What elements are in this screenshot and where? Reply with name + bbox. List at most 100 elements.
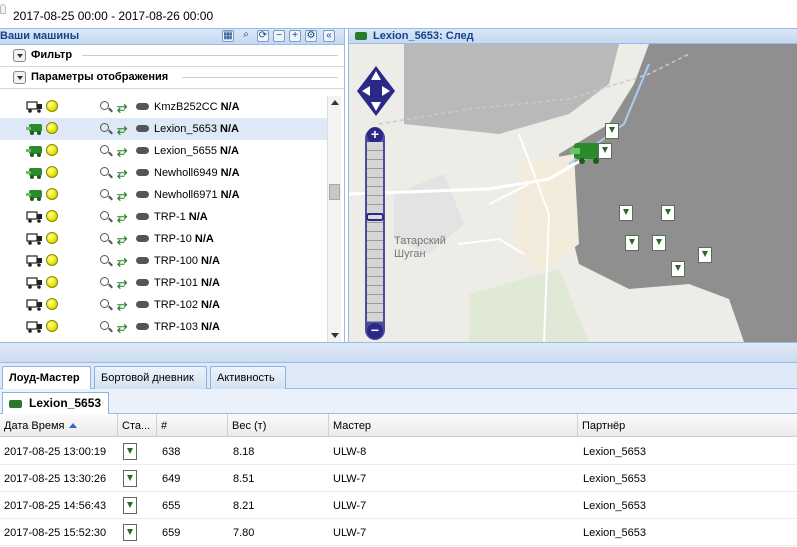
tab-load-master[interactable]: Лоуд-Мастер xyxy=(2,366,91,390)
collapse-icon[interactable]: « xyxy=(323,30,335,42)
locate-icon[interactable] xyxy=(100,123,109,132)
filter-section[interactable]: Фильтр xyxy=(0,45,344,67)
scroll-up-icon[interactable] xyxy=(331,100,339,105)
track-icon[interactable]: ⥂ xyxy=(117,143,127,159)
vehicle-row[interactable]: ⥂ TRP-102 N/A xyxy=(0,294,327,316)
pan-control[interactable] xyxy=(357,66,395,116)
col-datetime[interactable]: Дата Время xyxy=(0,414,118,437)
refresh-icon[interactable]: ⟳ xyxy=(257,30,269,42)
vehicle-row[interactable]: ⥂ TRP-1 N/A xyxy=(0,206,327,228)
track-icon[interactable]: ⥂ xyxy=(117,319,127,335)
panel-splitter[interactable] xyxy=(0,342,797,363)
unload-point-icon[interactable] xyxy=(661,205,675,221)
engine-state-icon xyxy=(136,147,149,154)
locate-icon[interactable] xyxy=(100,167,109,176)
unload-point-icon[interactable] xyxy=(671,261,685,277)
grid-icon[interactable]: ▦ xyxy=(222,30,234,42)
sort-asc-icon xyxy=(68,423,77,428)
vehicle-row[interactable]: ⥂ Newholl6971 N/A xyxy=(0,184,327,206)
zoom-handle[interactable] xyxy=(366,213,384,221)
col-weight[interactable]: Вес (т) xyxy=(228,414,329,437)
track-icon[interactable]: ⥂ xyxy=(117,297,127,313)
vehicle-label: Newholl6949 N/A xyxy=(154,167,240,179)
date-range[interactable]: 2017-08-25 00:00 - 2017-08-26 00:00 xyxy=(13,9,213,23)
track-icon[interactable]: ⥂ xyxy=(117,209,127,225)
chevron-down-icon[interactable] xyxy=(13,71,26,84)
col-status[interactable]: Ста... xyxy=(118,414,157,437)
vehicle-row[interactable]: ⥂ TRP-100 N/A xyxy=(0,250,327,272)
col-master[interactable]: Мастер xyxy=(329,414,578,437)
track-icon[interactable]: ⥂ xyxy=(117,99,127,115)
track-icon[interactable]: ⥂ xyxy=(117,121,127,137)
plus-icon[interactable]: + xyxy=(289,30,301,42)
unload-point-icon[interactable] xyxy=(619,205,633,221)
locate-icon[interactable] xyxy=(100,211,109,220)
vehicle-row[interactable]: ⥂ Lexion_5653 N/A xyxy=(0,118,327,140)
cell-master: ULW-7 xyxy=(333,527,367,539)
track-icon[interactable]: ⥂ xyxy=(117,231,127,247)
table-row[interactable]: 2017-08-25 15:52:30 659 7.80 ULW-7 Lexion_56… xyxy=(0,519,797,546)
tab-logbook[interactable]: Бортовой дневник xyxy=(94,366,207,389)
search-icon[interactable]: ⌕ xyxy=(240,30,252,42)
vehicle-status: N/A xyxy=(220,189,240,201)
unload-point-icon[interactable] xyxy=(652,235,666,251)
vehicle-row[interactable]: ⥂ Newholl6949 N/A xyxy=(0,162,327,184)
vehicle-status: N/A xyxy=(201,321,220,333)
locate-icon[interactable] xyxy=(100,233,109,242)
vehicle-status: N/A xyxy=(220,123,239,135)
engine-state-icon xyxy=(136,301,149,308)
track-icon[interactable]: ⥂ xyxy=(117,275,127,291)
unload-point-icon[interactable] xyxy=(625,235,639,251)
map-canvas[interactable] xyxy=(349,44,797,342)
settings-icon[interactable]: ⚙ xyxy=(305,30,317,42)
track-icon[interactable]: ⥂ xyxy=(117,165,127,181)
unload-point-icon[interactable] xyxy=(698,247,712,263)
scroll-thumb[interactable] xyxy=(329,184,340,200)
vehicle-list-scrollbar[interactable] xyxy=(327,96,341,342)
locate-icon[interactable] xyxy=(100,189,109,198)
vehicle-row[interactable]: ⥂ TRP-10 N/A xyxy=(0,228,327,250)
vehicle-row[interactable]: ⥂ Lexion_5655 N/A xyxy=(0,140,327,162)
engine-state-icon xyxy=(136,235,149,242)
zoom-out-button[interactable]: − xyxy=(367,323,383,339)
vehicle-status: N/A xyxy=(220,145,239,157)
map-view[interactable]: Татарский Шуган + − xyxy=(349,44,797,342)
map-panel: Lexion_5653: След Татарский Шуган + − xyxy=(348,29,797,342)
table-row[interactable]: 2017-08-25 13:30:26 649 8.51 ULW-7 Lexion_56… xyxy=(0,465,797,492)
subtab-vehicle[interactable]: Lexion_5653 xyxy=(2,392,109,414)
locate-icon[interactable] xyxy=(100,299,109,308)
locate-icon[interactable] xyxy=(100,101,109,110)
track-icon[interactable]: ⥂ xyxy=(117,253,127,269)
scroll-down-icon[interactable] xyxy=(331,333,339,338)
zoom-slider[interactable]: + − xyxy=(365,127,385,340)
zoom-track[interactable] xyxy=(367,142,383,322)
vehicle-name: TRP-102 xyxy=(154,299,199,311)
vehicle-row[interactable]: ⥂ KmzB252CC N/A xyxy=(0,96,327,118)
minus-icon[interactable]: − xyxy=(273,30,285,42)
display-params-label: Параметры отображения xyxy=(31,71,169,83)
vehicles-panel: Ваши машины ▦ ⌕ ⟳ − + ⚙ « Фильтр Парамет… xyxy=(0,29,345,342)
vehicle-label: TRP-10 N/A xyxy=(154,233,214,245)
map-panel-header: Lexion_5653: След xyxy=(349,29,797,44)
vehicle-name: Newholl6971 xyxy=(154,189,218,201)
col-number[interactable]: # xyxy=(157,414,228,437)
tab-activity[interactable]: Активность xyxy=(210,366,286,389)
unload-point-icon[interactable] xyxy=(598,143,612,159)
col-partner[interactable]: Партнёр xyxy=(578,414,797,437)
status-indicator-icon xyxy=(46,210,58,222)
locate-icon[interactable] xyxy=(100,277,109,286)
locate-icon[interactable] xyxy=(100,321,109,330)
chevron-down-icon[interactable] xyxy=(13,49,26,62)
display-params-section[interactable]: Параметры отображения xyxy=(0,67,344,89)
locate-icon[interactable] xyxy=(100,145,109,154)
table-row[interactable]: 2017-08-25 14:56:43 655 8.21 ULW-7 Lexion_56… xyxy=(0,492,797,519)
harvester-icon xyxy=(26,146,42,157)
cell-number: 649 xyxy=(162,473,181,485)
zoom-in-button[interactable]: + xyxy=(367,127,383,143)
unload-point-icon[interactable] xyxy=(605,123,619,139)
vehicle-row[interactable]: ⥂ TRP-103 N/A xyxy=(0,316,327,338)
table-row[interactable]: 2017-08-25 13:00:19 638 8.18 ULW-8 Lexion_56… xyxy=(0,438,797,465)
vehicle-row[interactable]: ⥂ TRP-101 N/A xyxy=(0,272,327,294)
track-icon[interactable]: ⥂ xyxy=(117,187,127,203)
locate-icon[interactable] xyxy=(100,255,109,264)
